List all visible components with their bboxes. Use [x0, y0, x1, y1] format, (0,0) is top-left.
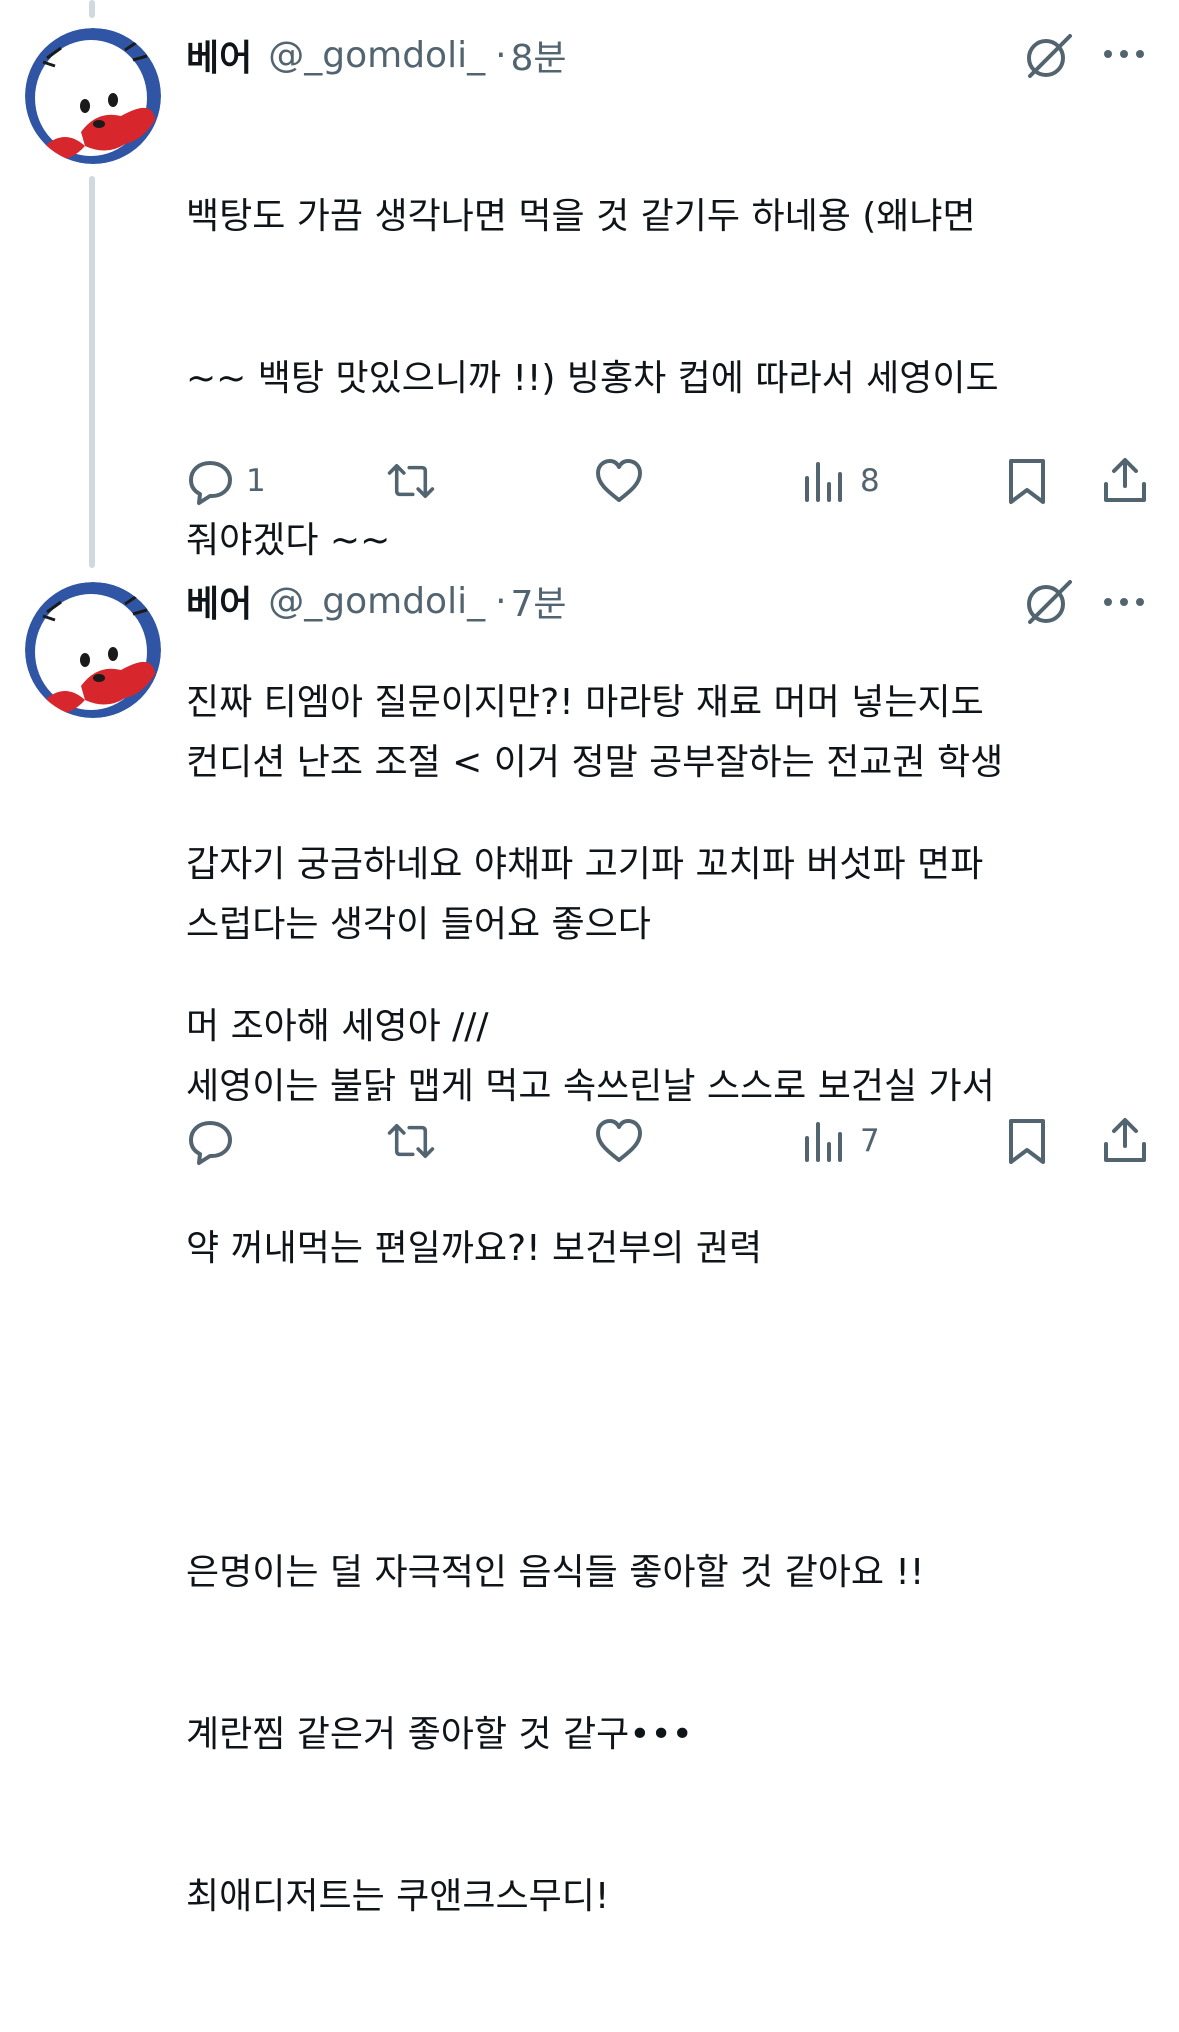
bookmark-icon	[1009, 459, 1045, 504]
avatar[interactable]	[25, 28, 161, 164]
retweet-icon	[387, 1124, 435, 1158]
views-button[interactable]: 7	[800, 1116, 880, 1166]
tweet[interactable]: 베어 @_gomdoli_ · 8분 백탕도 가끔 생각나면 먹을 것 같기두 …	[0, 0, 1179, 1047]
retweet-button[interactable]	[386, 456, 446, 506]
tweet-text-line: 세영이는 불닭 맵게 먹고 속쓰린날 스스로 보건실 가서	[186, 1066, 995, 1107]
share-button[interactable]	[1100, 456, 1150, 506]
avatar-image	[25, 582, 161, 718]
reply-button[interactable]	[186, 1116, 246, 1166]
avatar[interactable]	[25, 582, 161, 718]
dot-separator: ·	[495, 34, 507, 76]
grok-icon[interactable]	[1022, 576, 1074, 628]
timestamp[interactable]: 7분	[511, 575, 567, 627]
bookmark-icon	[1009, 1119, 1045, 1164]
tweet-text: 컨디션 난조 조절 < 이거 정말 공부잘하는 전교권 학생 스럽다는 생각이 …	[186, 628, 1146, 2032]
display-name[interactable]: 베어	[186, 29, 252, 81]
more-icon[interactable]	[1100, 592, 1148, 612]
tweet-text-line: 컨디션 난조 조절 < 이거 정말 공부잘하는 전교권 학생	[186, 742, 1004, 783]
tweet-actions: 7	[0, 1112, 1179, 1172]
view-count: 8	[860, 463, 880, 499]
share-button[interactable]	[1100, 1116, 1150, 1166]
grok-icon[interactable]	[1022, 30, 1074, 82]
tweet-text-line: 계란찜 같은거 좋아할 것 같구•••	[186, 1714, 693, 1755]
share-icon	[1104, 458, 1146, 502]
like-button[interactable]	[594, 1116, 654, 1166]
dot-separator: ·	[495, 580, 507, 622]
like-icon	[596, 1119, 642, 1162]
user-handle[interactable]: @_gomdoli_	[268, 581, 485, 622]
tweet-header: 베어 @_gomdoli_ · 7분	[186, 576, 567, 626]
timestamp[interactable]: 8분	[511, 29, 567, 81]
tweet-header: 베어 @_gomdoli_ · 8분	[186, 30, 567, 80]
views-icon	[805, 462, 842, 502]
reply-button[interactable]: 1	[186, 456, 266, 506]
retweet-button[interactable]	[386, 1116, 446, 1166]
tweet-actions: 1 8	[0, 452, 1179, 512]
tweet-text-line: 줘야겠다 ~~	[186, 520, 391, 561]
tweet-text-line: 백탕도 가끔 생각나면 먹을 것 같기두 하네용 (왜냐면	[186, 196, 976, 237]
retweet-icon	[387, 464, 435, 498]
bookmark-button[interactable]	[1002, 1116, 1052, 1166]
view-count: 7	[860, 1123, 880, 1159]
tweet-text-line: 스럽다는 생각이 들어요 좋으다	[186, 904, 651, 945]
tweet-text-line: 은명이는 덜 자극적인 음식들 좋아할 것 같아요 !!	[186, 1552, 925, 1593]
tweet-text-line: 약 꺼내먹는 편일까요?! 보건부의 권력	[186, 1228, 763, 1269]
tweet-text-line	[186, 1384, 1146, 1438]
reply-count: 1	[246, 463, 266, 499]
like-icon	[596, 459, 642, 502]
like-button[interactable]	[594, 456, 654, 506]
more-icon[interactable]	[1100, 44, 1148, 64]
display-name[interactable]: 베어	[186, 575, 252, 627]
avatar-image	[25, 28, 161, 164]
views-button[interactable]: 8	[800, 456, 880, 506]
reply-icon	[189, 461, 232, 505]
bookmark-button[interactable]	[1002, 456, 1052, 506]
tweet-text-line: ~~ 백탕 맛있으니까 !!) 빙홍차 컵에 따라서 세영이도	[186, 358, 999, 399]
reply-icon	[189, 1121, 232, 1165]
tweet[interactable]: 베어 @_gomdoli_ · 7분 컨디션 난조 조절 < 이거 정말 공부잘…	[0, 568, 1179, 1917]
share-icon	[1104, 1118, 1146, 1162]
tweet-text-line: 최애디저트는 쿠앤크스무디!	[186, 1876, 610, 1917]
user-handle[interactable]: @_gomdoli_	[268, 35, 485, 76]
views-icon	[805, 1122, 842, 1162]
